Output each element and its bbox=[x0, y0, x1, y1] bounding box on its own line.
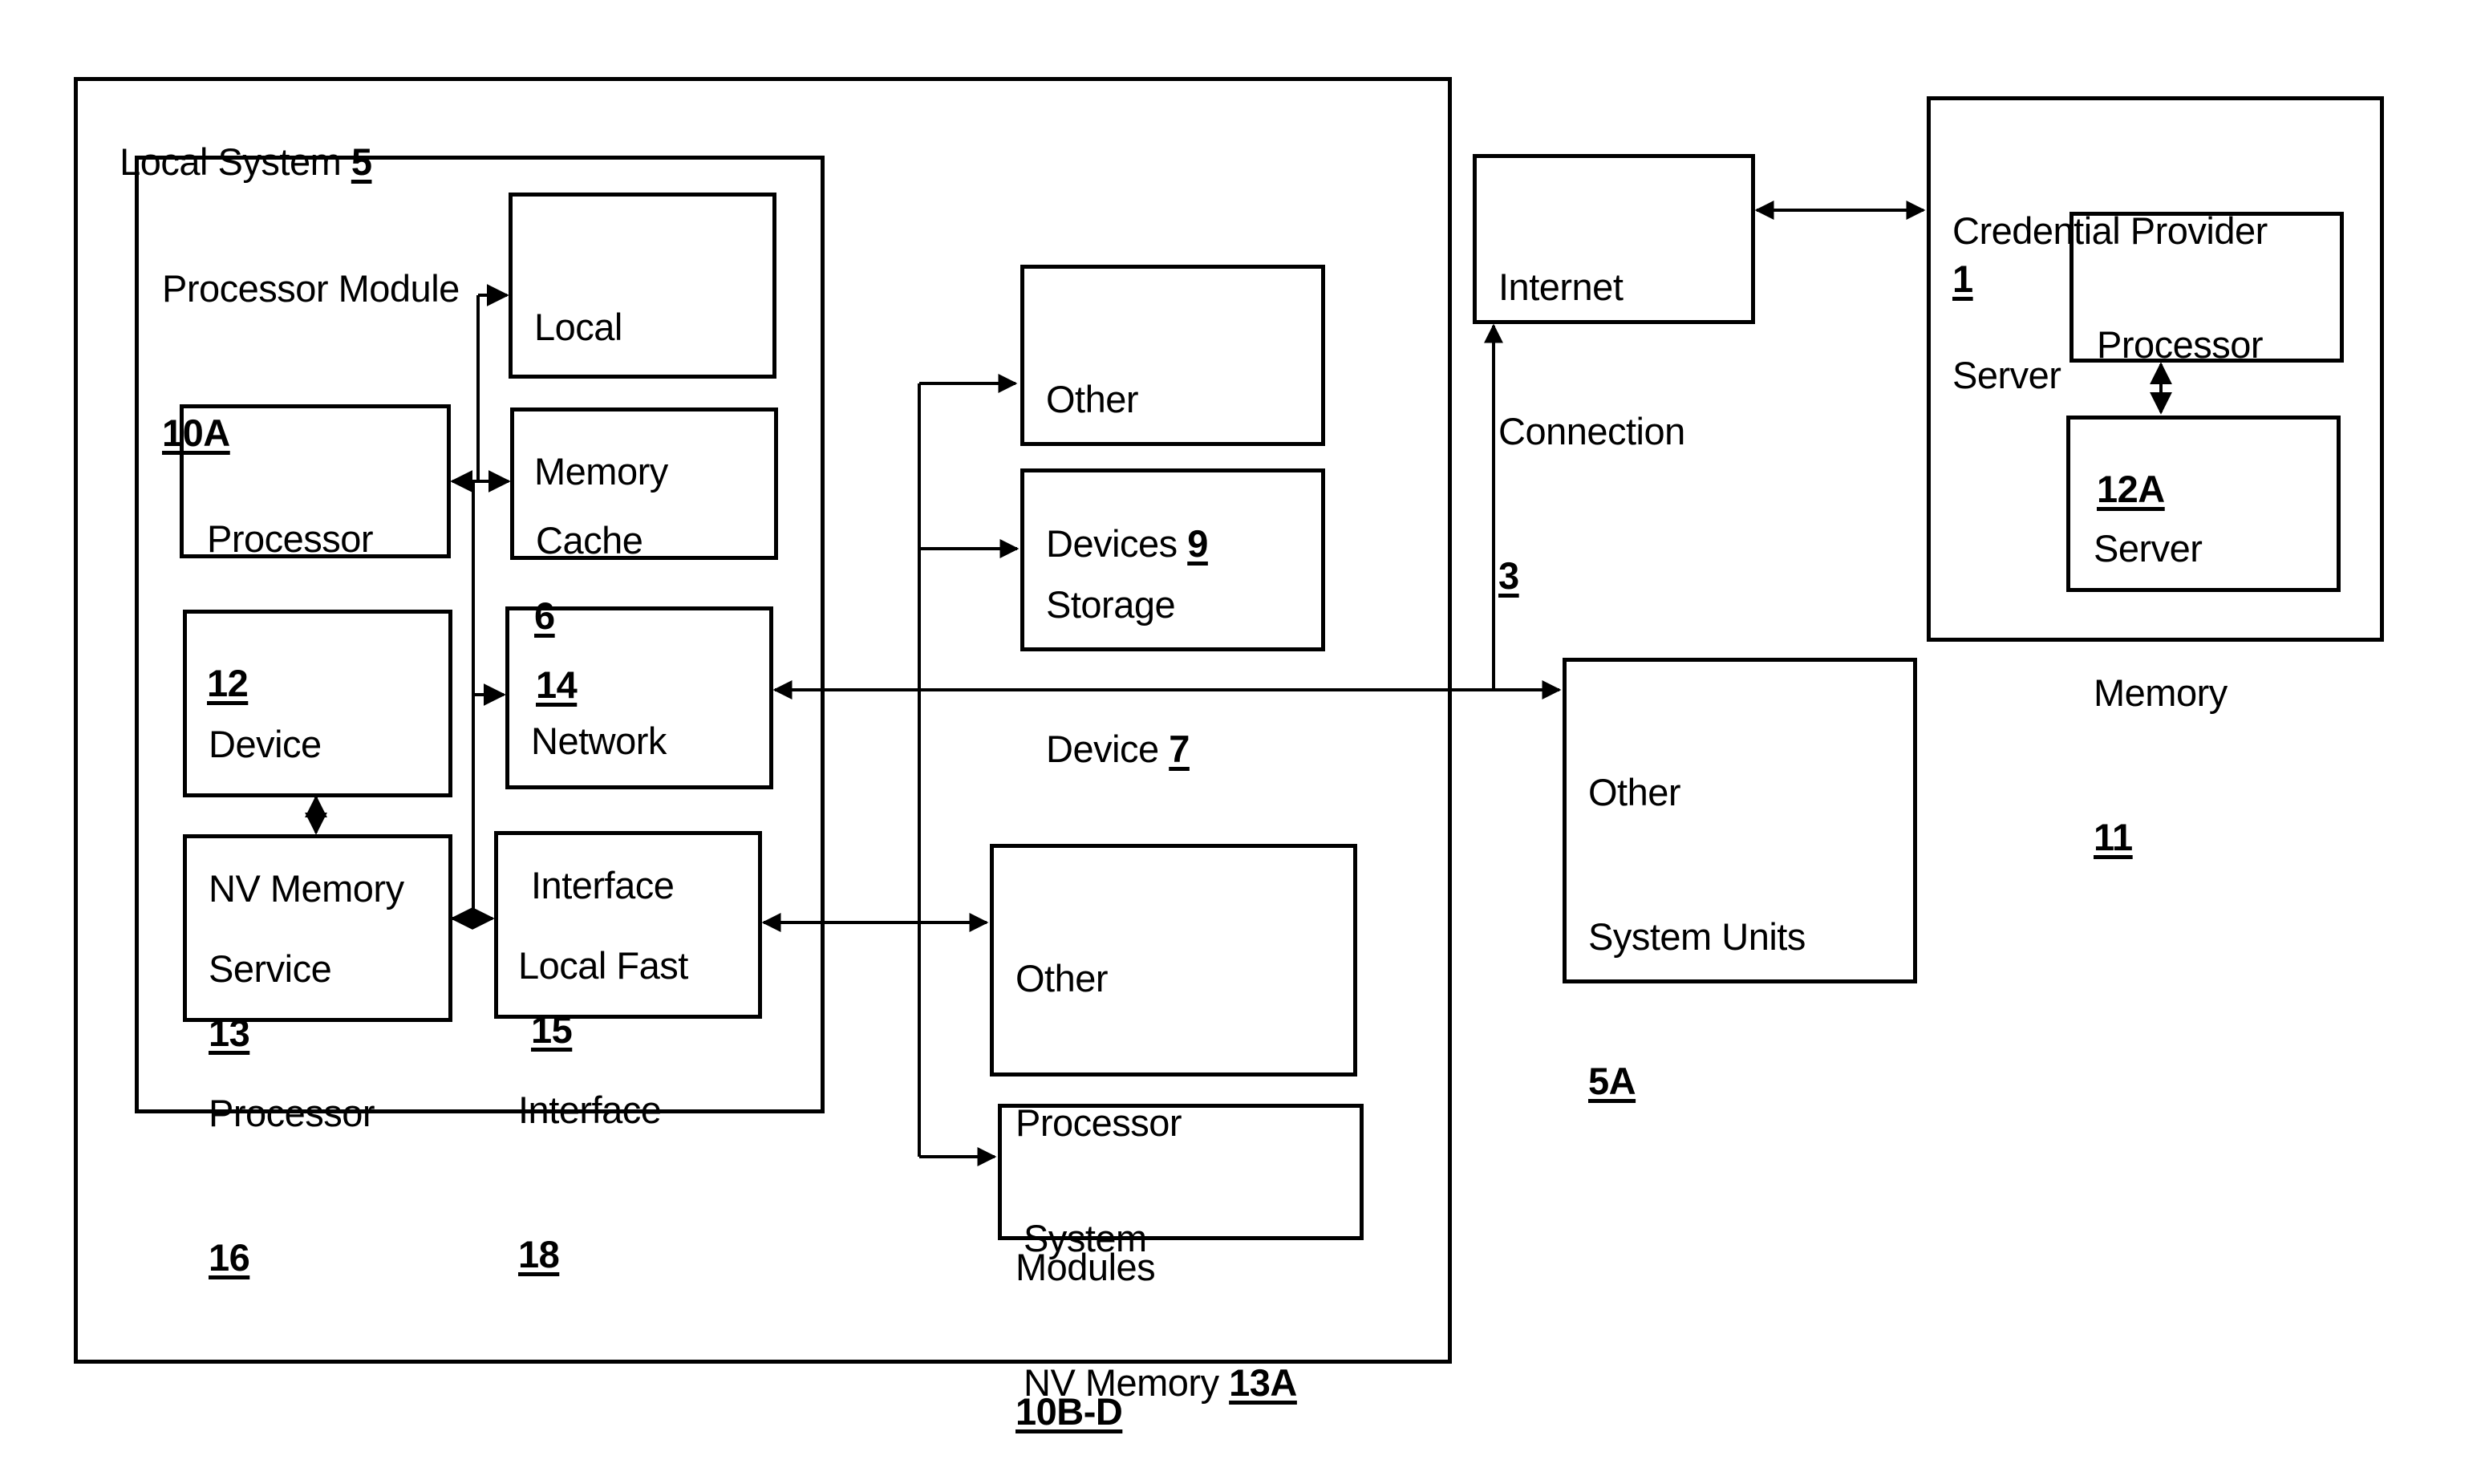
other-processor-modules-line1: Other bbox=[1015, 957, 1109, 999]
local-fast-interface-label: Local Fast Interface 18 bbox=[518, 845, 688, 1327]
service-processor-line2: Processor bbox=[209, 1092, 375, 1134]
network-interface-line1: Network bbox=[531, 720, 667, 762]
other-system-units-line2: System Units bbox=[1588, 915, 1806, 958]
storage-device-line1: Storage bbox=[1046, 583, 1176, 626]
service-processor-line1: Service bbox=[209, 947, 332, 990]
internet-connection-line2: Connection bbox=[1498, 410, 1685, 452]
local-fast-interface-line2: Interface bbox=[518, 1089, 662, 1131]
storage-device-line2: Device bbox=[1046, 728, 1159, 770]
other-devices-line1: Other bbox=[1046, 378, 1139, 420]
service-processor-ref: 16 bbox=[209, 1236, 250, 1279]
local-fast-interface-line1: Local Fast bbox=[518, 944, 688, 987]
server-memory-label: Server Memory 11 bbox=[2094, 428, 2228, 910]
internet-connection-ref: 3 bbox=[1498, 554, 1519, 597]
other-system-units-label: Other System Units 5A bbox=[1588, 672, 1806, 1154]
other-system-units-ref: 5A bbox=[1588, 1060, 1636, 1102]
processor-module-name: Processor Module bbox=[162, 267, 460, 310]
service-processor-label: Service Processor 16 bbox=[209, 849, 375, 1330]
system-nv-memory-label: System NV Memory 13A bbox=[1024, 1118, 1297, 1455]
internet-connection-label: Internet Connection 3 bbox=[1498, 167, 1685, 648]
storage-device-ref: 7 bbox=[1169, 728, 1190, 770]
internet-connection-line1: Internet bbox=[1498, 266, 1624, 308]
processor-12a-line1: Processor bbox=[2097, 323, 2264, 366]
system-nv-memory-ref: 13A bbox=[1229, 1361, 1297, 1404]
system-nv-memory-line2: NV Memory bbox=[1024, 1361, 1219, 1404]
local-memory-line1: Local bbox=[534, 306, 622, 348]
credential-provider-server-ref: 1 bbox=[1952, 257, 1973, 300]
server-memory-ref: 11 bbox=[2094, 816, 2133, 858]
other-system-units-line1: Other bbox=[1588, 771, 1681, 813]
cache-line1: Cache bbox=[536, 519, 643, 562]
server-memory-line2: Memory bbox=[2094, 671, 2228, 714]
device-nv-memory-line1: Device bbox=[209, 723, 322, 765]
system-nv-memory-line1: System bbox=[1024, 1217, 1147, 1259]
processor-line1: Processor bbox=[207, 517, 374, 560]
local-fast-interface-ref: 18 bbox=[518, 1233, 560, 1275]
server-memory-line1: Server bbox=[2094, 527, 2203, 570]
storage-device-label: Storage Device 7 bbox=[1046, 485, 1190, 821]
